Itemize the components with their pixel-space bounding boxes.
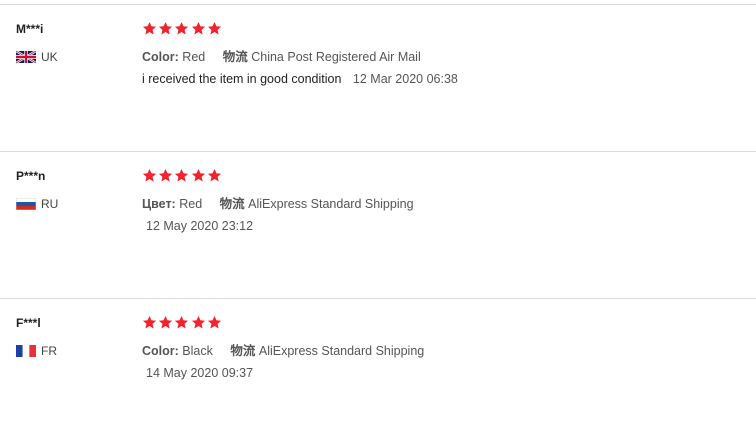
color-value: Black: [182, 344, 213, 358]
country-code: FR: [41, 344, 57, 358]
reviewer-name: F***l: [16, 316, 41, 330]
color-value: Red: [179, 197, 203, 211]
star-icon: [207, 168, 221, 182]
review-date: 14 May 2020 09:37: [146, 366, 254, 380]
shipping-value: AliExpress Standard Shipping: [258, 344, 425, 358]
review-item: P***n RU Цвет: Red 物流 AliExpress Standar…: [0, 151, 756, 296]
review-item: F***l FR Color: Black 物流 AliExpress Stan…: [0, 298, 756, 443]
star-icon: [142, 168, 157, 182]
star-icon: [142, 21, 157, 35]
star-icon: [207, 315, 221, 329]
reviewer-country: UK: [16, 49, 58, 65]
reviewer-name: M***i: [16, 22, 44, 36]
country-code: UK: [41, 50, 58, 64]
color-value: Red: [182, 50, 206, 64]
star-icon: [191, 21, 205, 35]
ru-flag-icon: [16, 198, 36, 210]
star-icon: [191, 168, 205, 182]
review-attributes: Цвет: Red 物流 AliExpress Standard Shippin…: [142, 193, 414, 212]
country-code: RU: [41, 197, 59, 211]
review-item: M***i UK Color: Red 物流 China Post Regist…: [0, 4, 756, 149]
star-icon: [159, 168, 173, 182]
shipping-label: 物流: [219, 197, 245, 211]
star-rating: [142, 315, 223, 331]
star-rating: [142, 168, 223, 184]
star-icon: [159, 21, 173, 35]
shipping-value: AliExpress Standard Shipping: [248, 197, 414, 211]
star-icon: [207, 21, 221, 35]
star-icon: [191, 315, 205, 329]
color-label: Цвет:: [142, 197, 176, 211]
shipping-value: China Post Registered Air Mail: [251, 50, 421, 64]
review-attributes: Color: Red 物流 China Post Registered Air …: [142, 46, 421, 65]
fr-flag-icon: [16, 345, 36, 357]
review-feedback: i received the item in good condition 12…: [142, 72, 458, 86]
star-icon: [142, 315, 157, 329]
shipping-label: 物流: [222, 50, 248, 64]
reviewer-name: P***n: [16, 169, 46, 183]
uk-flag-icon: [16, 51, 36, 63]
shipping-label: 物流: [230, 344, 256, 358]
review-attributes: Color: Black 物流 AliExpress Standard Ship…: [142, 340, 424, 359]
review-date: 12 Mar 2020 06:38: [352, 72, 458, 86]
star-icon: [159, 315, 173, 329]
color-label: Color:: [142, 50, 179, 64]
reviewer-country: RU: [16, 196, 58, 212]
star-rating: [142, 21, 223, 37]
reviewer-country: FR: [16, 343, 57, 359]
color-label: Color:: [142, 344, 179, 358]
star-icon: [175, 168, 189, 182]
feedback-text: i received the item in good condition: [142, 72, 342, 86]
review-date: 12 May 2020 23:12: [146, 219, 254, 233]
star-icon: [175, 21, 189, 35]
star-icon: [175, 315, 189, 329]
